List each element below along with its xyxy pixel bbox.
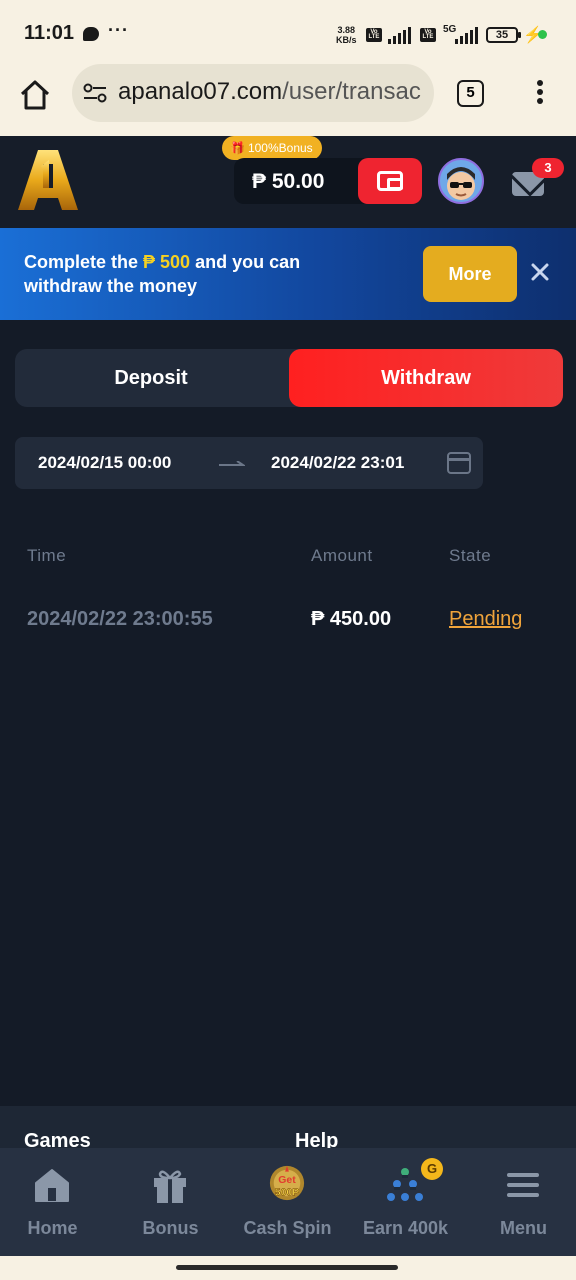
bonus-tag-label: 100%Bonus xyxy=(247,141,313,155)
nav-item-cash-spin[interactable]: Get 500P Cash Spin xyxy=(230,1148,345,1256)
more-notifications-icon: ··· xyxy=(108,20,129,40)
balance-box: ₱ 50.00 xyxy=(234,158,422,204)
balance-amount: ₱ 50.00 xyxy=(252,170,325,193)
browser-home-icon[interactable] xyxy=(18,78,52,112)
row-time: 2024/02/22 23:00:55 xyxy=(27,608,213,630)
calendar-icon[interactable] xyxy=(447,452,471,474)
avatar[interactable] xyxy=(438,158,484,204)
nav-label-earn: Earn 400k xyxy=(362,1218,449,1238)
nav-label-menu: Menu xyxy=(500,1218,547,1238)
date-range-picker[interactable]: 2024/02/15 00:00 2024/02/22 23:01 xyxy=(15,437,483,489)
cash-spin-icon-text-top: Get xyxy=(278,1175,296,1186)
volte-icon-2: Vo LTE xyxy=(420,28,436,42)
gift-icon: 🎁 xyxy=(230,141,245,155)
app-header: 🎁 100%Bonus ₱ 50.00 3 xyxy=(0,136,576,228)
browser-toolbar: apanalo07.com/user/transac 5 xyxy=(0,64,576,136)
row-amount: ₱ 450.00 xyxy=(311,608,392,630)
tab-switcher-button[interactable]: 5 xyxy=(457,80,484,107)
url-text[interactable]: apanalo07.com/user/transac xyxy=(118,78,421,106)
close-icon[interactable] xyxy=(528,260,552,284)
mail-badge: 3 xyxy=(532,158,564,178)
address-bar[interactable]: apanalo07.com/user/transac xyxy=(72,64,434,122)
tab-deposit[interactable]: Deposit xyxy=(15,349,287,407)
signal-bars-icon xyxy=(388,26,411,44)
nav-item-bonus[interactable]: Bonus xyxy=(113,1148,228,1256)
gesture-handle[interactable] xyxy=(176,1265,398,1270)
earn-badge: G xyxy=(421,1158,443,1180)
status-bar: 11:01 ··· 3.88 KB/s Vo LTE Vo LTE 5G 35 … xyxy=(0,0,576,64)
app-root: 11:01 ··· 3.88 KB/s Vo LTE Vo LTE 5G 35 … xyxy=(0,0,576,1280)
nav-item-earn[interactable]: Earn 400k xyxy=(348,1148,463,1256)
promo-text-before: Complete the xyxy=(24,252,144,272)
gesture-bar xyxy=(0,1256,576,1280)
referral-network-icon xyxy=(387,1168,423,1201)
network-speed: 3.88 KB/s xyxy=(336,25,357,45)
row-state-pending[interactable]: Pending xyxy=(449,608,522,631)
chat-notification-icon xyxy=(83,27,99,41)
url-path: /user/transac xyxy=(282,78,421,105)
tab-withdraw[interactable]: Withdraw xyxy=(289,349,563,407)
menu-icon xyxy=(507,1173,539,1197)
date-end[interactable]: 2024/02/22 23:01 xyxy=(271,453,404,473)
gift-icon xyxy=(154,1170,186,1203)
nav-label-home: Home xyxy=(27,1218,78,1238)
network-speed-unit: KB/s xyxy=(336,35,357,45)
privacy-indicator-icon xyxy=(538,30,547,39)
network-speed-value: 3.88 xyxy=(337,25,356,35)
date-start[interactable]: 2024/02/15 00:00 xyxy=(38,453,171,473)
signal-bars-icon-2 xyxy=(455,26,478,44)
cash-spin-icon: Get 500P xyxy=(269,1165,305,1201)
column-header-time: Time xyxy=(27,546,67,565)
battery-icon: 35 xyxy=(486,27,521,43)
browser-menu-icon[interactable] xyxy=(530,78,550,110)
cash-spin-icon-text-bottom: 500P xyxy=(275,1187,299,1198)
home-icon xyxy=(35,1169,69,1202)
wallet-icon xyxy=(377,171,403,191)
nav-label-bonus: Bonus xyxy=(142,1218,199,1238)
transaction-tabs: Deposit Withdraw xyxy=(15,349,563,407)
wallet-button[interactable] xyxy=(358,158,422,204)
arrow-right-icon xyxy=(219,461,245,466)
avatar-face-icon xyxy=(447,167,475,200)
promo-highlight-amount: ₱ 500 xyxy=(143,252,191,272)
promo-text: Complete the ₱ 500 and you can withdraw … xyxy=(24,250,354,298)
bonus-tag: 🎁 100%Bonus xyxy=(222,136,322,160)
column-header-state: State xyxy=(449,546,492,565)
site-settings-icon[interactable] xyxy=(82,82,108,104)
more-button[interactable]: More xyxy=(423,246,517,302)
status-time: 11:01 xyxy=(24,22,75,44)
promo-banner: Complete the ₱ 500 and you can withdraw … xyxy=(0,228,576,320)
column-header-amount: Amount xyxy=(311,546,373,565)
url-host: apanalo07.com xyxy=(118,78,283,105)
nav-item-home[interactable]: Home xyxy=(0,1148,110,1256)
site-logo[interactable] xyxy=(16,148,80,212)
volte-icon: Vo LTE xyxy=(366,28,382,42)
bottom-nav: Home Bonus Get 500P Cash Spin Earn 400k … xyxy=(0,1148,576,1256)
nav-label-cash-spin: Cash Spin xyxy=(243,1218,332,1238)
nav-item-menu[interactable]: Menu xyxy=(466,1148,576,1256)
